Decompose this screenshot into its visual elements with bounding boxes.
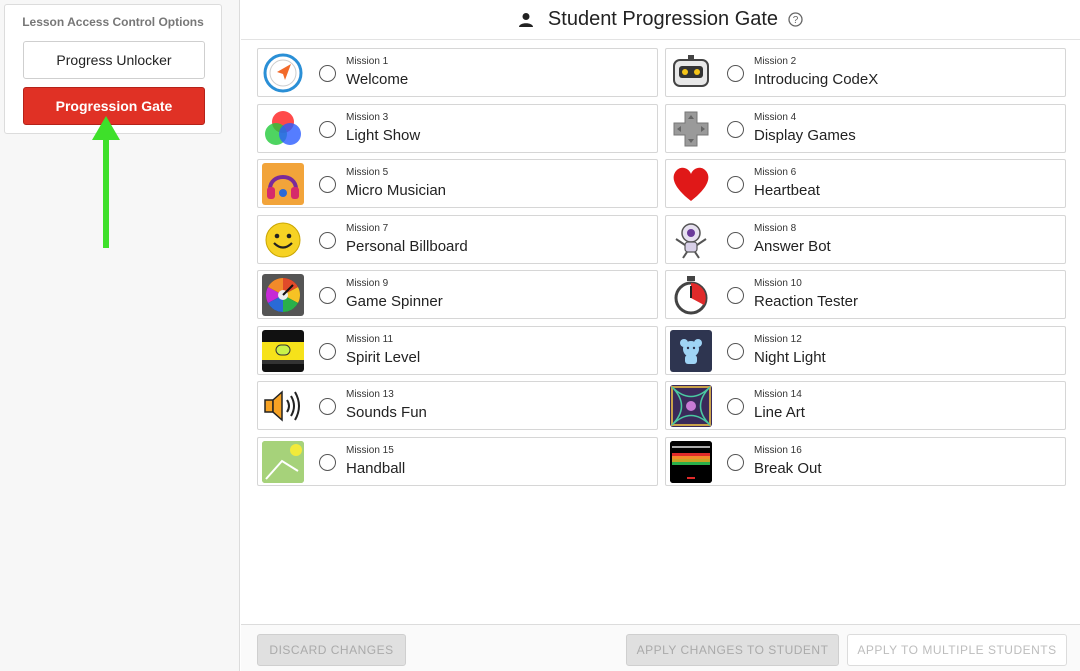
mission-number: Mission 8 <box>754 222 797 234</box>
page-header: Student Progression Gate ? <box>241 0 1080 40</box>
mission-card-13[interactable]: Mission 13 Sounds Fun <box>257 381 658 430</box>
access-control-title: Lesson Access Control Options <box>22 15 204 29</box>
mission-card-10[interactable]: Mission 10 Reaction Tester <box>665 270 1066 319</box>
rgb-circles-icon <box>262 108 304 150</box>
mission-card-2[interactable]: Mission 2 Introducing CodeX <box>665 48 1066 97</box>
apply-to-multiple-students-button[interactable]: APPLY TO MULTIPLE STUDENTS <box>847 634 1067 666</box>
mission-number: Mission 2 <box>754 56 797 67</box>
mission-name: Line Art <box>754 404 805 421</box>
mission-radio[interactable] <box>319 398 336 415</box>
mission-radio[interactable] <box>319 453 336 471</box>
mission-name: Introducing CodeX <box>754 71 879 88</box>
smiley-icon <box>262 219 304 261</box>
mission-name: Micro Musician <box>346 182 447 199</box>
mission-name: Break Out <box>754 459 822 477</box>
mission-name: Night Light <box>754 348 826 366</box>
speaker-icon <box>262 385 304 427</box>
mission-number: Mission 5 <box>346 167 389 178</box>
help-icon[interactable]: ? <box>788 12 803 27</box>
mission-number: Mission 10 <box>754 278 802 289</box>
mission-name: Spirit Level <box>346 348 421 366</box>
mission-number: Mission 9 <box>346 278 389 289</box>
mission-radio[interactable] <box>727 398 744 415</box>
mission-name: Welcome <box>346 71 409 88</box>
mission-card-16[interactable]: Mission 16 Break Out <box>665 436 1066 486</box>
mission-name: Personal Billboard <box>346 237 468 255</box>
mission-card-6[interactable]: Mission 6 Heartbeat <box>665 159 1066 208</box>
mission-name: Handball <box>346 459 406 477</box>
mission-name: Heartbeat <box>754 182 820 199</box>
mission-number: Mission 1 <box>346 56 389 67</box>
mission-radio[interactable] <box>319 342 336 360</box>
mission-card-11[interactable]: Mission 11 Spirit Level <box>257 325 658 375</box>
mission-number: Mission 15 <box>346 444 394 456</box>
mission-radio[interactable] <box>319 120 336 138</box>
mission-name: Display Games <box>754 126 856 144</box>
person-icon <box>518 12 533 27</box>
mission-radio[interactable] <box>319 65 336 82</box>
mission-name: Answer Bot <box>754 237 831 255</box>
spirit-level-icon <box>262 329 304 372</box>
line-art-icon <box>670 385 712 427</box>
mission-card-7[interactable]: Mission 7 Personal Billboard <box>257 214 658 264</box>
apply-changes-to-student-button[interactable]: APPLY CHANGES TO STUDENT <box>626 634 839 666</box>
mission-radio[interactable] <box>727 453 744 471</box>
compass-icon <box>262 52 304 94</box>
svg-text:?: ? <box>793 15 799 26</box>
action-footer: DISCARD CHANGES APPLY CHANGES TO STUDENT… <box>241 624 1080 671</box>
discard-changes-button[interactable]: DISCARD CHANGES <box>257 634 406 666</box>
mission-radio[interactable] <box>727 342 744 360</box>
mission-card-12[interactable]: Mission 12 Night Light <box>665 325 1066 375</box>
mission-number: Mission 13 <box>346 389 394 400</box>
mission-radio[interactable] <box>319 176 336 193</box>
dpad-icon <box>670 108 712 150</box>
spinner-wheel-icon <box>262 274 304 316</box>
mission-radio[interactable] <box>727 65 744 82</box>
heart-icon <box>670 163 712 205</box>
night-light-bear-icon <box>670 329 712 372</box>
mission-card-9[interactable]: Mission 9 Game Spinner <box>257 270 658 319</box>
mission-radio[interactable] <box>727 120 744 138</box>
mission-card-1[interactable]: Mission 1 Welcome <box>257 48 658 97</box>
mission-radio[interactable] <box>319 231 336 249</box>
main-panel: Student Progression Gate ? Mission 1 Wel… <box>241 0 1080 671</box>
mission-card-14[interactable]: Mission 14 Line Art <box>665 381 1066 430</box>
mission-radio[interactable] <box>727 231 744 249</box>
mission-card-3[interactable]: Mission 3 Light Show <box>257 103 658 153</box>
mission-card-8[interactable]: Mission 8 Answer Bot <box>665 214 1066 264</box>
mission-number: Mission 14 <box>754 389 802 400</box>
mission-name: Game Spinner <box>346 293 443 310</box>
mission-number: Mission 3 <box>346 111 389 123</box>
mission-radio[interactable] <box>727 287 744 304</box>
handball-icon <box>262 440 304 483</box>
mission-number: Mission 7 <box>346 222 389 234</box>
sidebar: Lesson Access Control Options Progress U… <box>0 0 240 671</box>
progress-unlocker-button[interactable]: Progress Unlocker <box>23 41 205 79</box>
mission-number: Mission 6 <box>754 167 797 178</box>
mission-radio[interactable] <box>319 287 336 304</box>
mission-number: Mission 12 <box>754 333 802 345</box>
page-title: Student Progression Gate <box>547 8 779 30</box>
mission-card-4[interactable]: Mission 4 Display Games <box>665 103 1066 153</box>
mission-card-15[interactable]: Mission 15 Handball <box>257 436 658 486</box>
mission-number: Mission 16 <box>754 444 802 456</box>
mission-name: Sounds Fun <box>346 404 427 421</box>
robot-icon <box>670 52 712 94</box>
highlight-arrow-icon <box>92 116 120 248</box>
breakout-icon <box>670 440 712 483</box>
mission-number: Mission 4 <box>754 111 797 123</box>
mission-name: Light Show <box>346 126 421 144</box>
mission-card-5[interactable]: Mission 5 Micro Musician <box>257 159 658 208</box>
stopwatch-icon <box>670 274 712 316</box>
answer-robot-icon <box>670 219 712 261</box>
headphones-icon <box>262 163 304 205</box>
mission-radio[interactable] <box>727 176 744 193</box>
mission-number: Mission 11 <box>346 333 394 345</box>
mission-name: Reaction Tester <box>754 293 858 310</box>
